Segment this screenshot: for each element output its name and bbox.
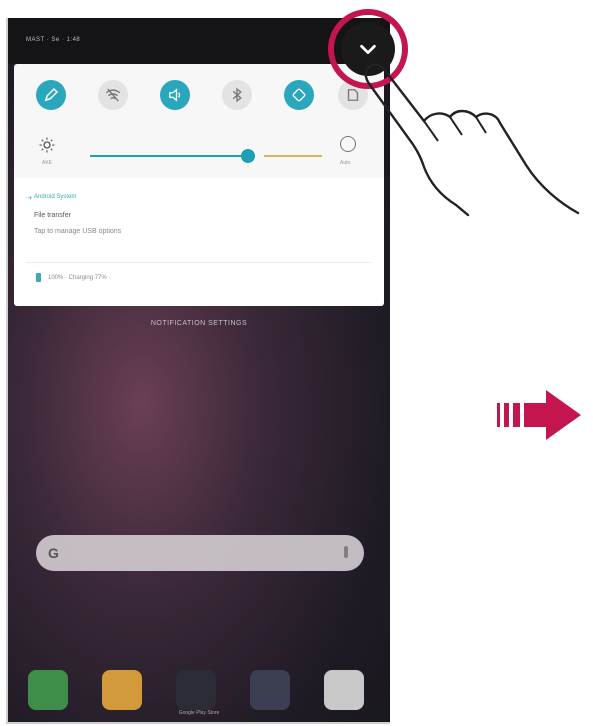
notification-app-name: Android System	[34, 194, 77, 200]
pointing-hand-illustration	[364, 63, 580, 217]
notification-title: File transfer	[34, 212, 71, 219]
edit-icon	[44, 87, 59, 102]
quick-settings-panel: AKE Auto	[14, 64, 384, 188]
chrome-app-icon[interactable]	[324, 670, 364, 710]
phone-app-icon[interactable]	[28, 670, 68, 710]
notification-card[interactable]: ⇢ Android System File transfer Tap to ma…	[14, 178, 384, 306]
bluetooth-off-icon	[232, 87, 242, 103]
notification-settings-link[interactable]: NOTIFICATION SETTINGS	[8, 320, 390, 327]
notification-footer: 100% · Charging 77% ·	[48, 275, 111, 281]
rotate-icon	[292, 88, 306, 102]
sound-icon	[169, 88, 181, 102]
brightness-slider-fill	[90, 155, 242, 157]
brightness-right-label: Auto	[340, 160, 351, 166]
brightness-slider[interactable]	[90, 149, 322, 163]
phone-screen: MAST · Se · 1:48 AKE Auto ⇢ Android Syst…	[6, 18, 390, 724]
edit-toggle[interactable]	[36, 80, 66, 110]
google-search-bar[interactable]: G	[36, 535, 364, 571]
notes-app-icon[interactable]	[102, 670, 142, 710]
brightness-left-label: AKE	[42, 160, 53, 166]
next-step-arrow-icon	[497, 390, 581, 440]
notification-divider	[26, 262, 372, 263]
camera-app-icon[interactable]	[176, 670, 216, 710]
brightness-row: AKE Auto	[14, 134, 384, 184]
brightness-slider-thumb[interactable]	[241, 149, 255, 163]
usb-icon: ⇢	[26, 195, 32, 202]
wifi-off-icon	[105, 88, 121, 102]
status-text: MAST · Se · 1:48	[26, 37, 81, 43]
bluetooth-toggle[interactable]	[222, 80, 252, 110]
battery-icon	[36, 273, 41, 282]
dock-caption: Google Play Store	[178, 710, 220, 716]
brightness-icon	[39, 137, 55, 153]
brightness-slider-rest	[264, 155, 322, 157]
play-store-app-icon[interactable]	[250, 670, 290, 710]
notification-text: Tap to manage USB options	[34, 228, 122, 235]
sound-toggle[interactable]	[160, 80, 190, 110]
google-icon: G	[48, 545, 59, 561]
rotate-toggle[interactable]	[284, 80, 314, 110]
wifi-toggle[interactable]	[98, 80, 128, 110]
mic-icon[interactable]	[344, 546, 348, 558]
